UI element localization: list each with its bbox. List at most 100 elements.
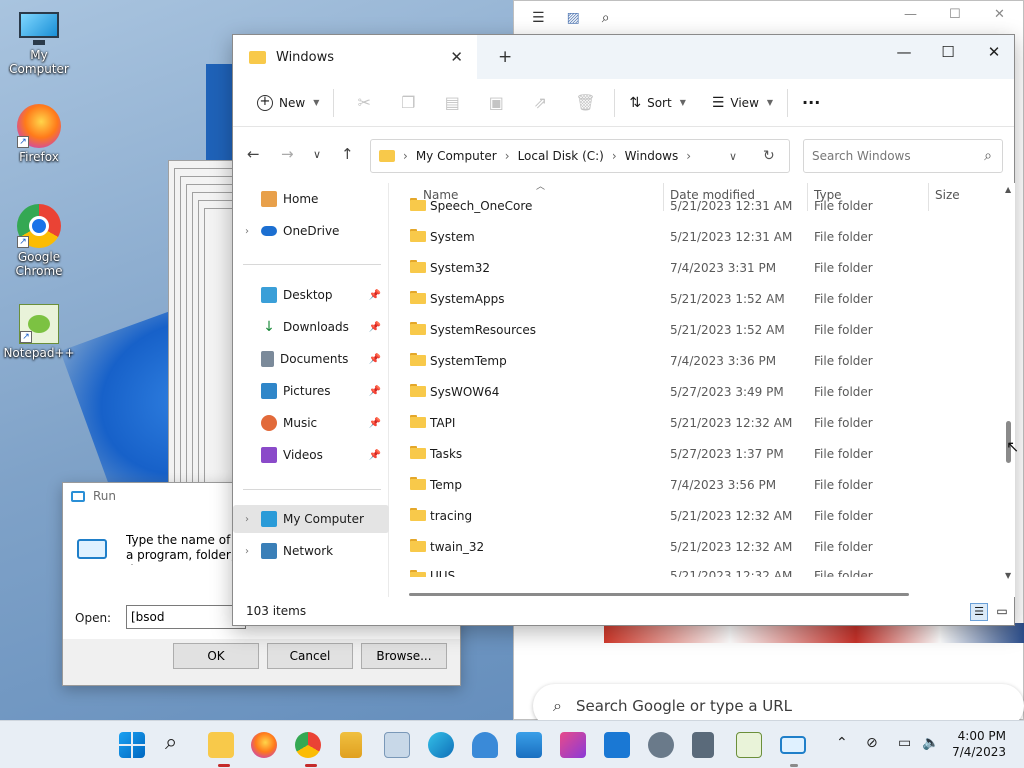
new-button[interactable]: + New ▼ [251, 87, 325, 119]
chevron-up-icon[interactable]: ⌃ [836, 735, 848, 751]
tiles-view-icon[interactable]: ▭ [995, 603, 1009, 619]
table-row[interactable]: SysWOW64 5/27/2023 3:49 PM File folder [390, 377, 990, 407]
vertical-scrollbar[interactable]: ▲ ▼ [1003, 185, 1015, 581]
chevron-right-icon[interactable]: › [233, 514, 261, 525]
photos-icon[interactable] [516, 732, 542, 758]
edge-icon[interactable] [428, 732, 454, 758]
scroll-up-icon[interactable]: ▲ [1005, 185, 1011, 194]
table-row[interactable]: twain_32 5/21/2023 12:32 AM File folder [390, 532, 990, 562]
desktop-icon-notepadpp[interactable]: ↗ Notepad++ [0, 304, 78, 360]
search-icon[interactable]: ⌕ [602, 10, 610, 26]
view-button[interactable]: ☰ View ▼ [706, 87, 779, 119]
nav-item-onedrive[interactable]: › OneDrive [233, 217, 389, 245]
nav-item-downloads[interactable]: ↓ Downloads 📌 [233, 313, 389, 341]
firefox-icon[interactable] [251, 732, 277, 758]
back-arrow-icon[interactable]: ← [247, 145, 260, 163]
details-view-icon[interactable]: ☰ [970, 603, 988, 621]
table-row[interactable]: tracing 5/21/2023 12:32 AM File folder [390, 501, 990, 531]
minimize-icon[interactable]: — [890, 43, 918, 69]
copy-icon[interactable]: ❐ [399, 93, 417, 112]
table-row[interactable]: UUS 5/21/2023 12:32 AM File folder [390, 563, 990, 577]
display-icon[interactable]: ▭ [898, 735, 911, 751]
table-row[interactable]: Speech_OneCore 5/21/2023 12:31 AM File fol… [390, 191, 990, 221]
horizontal-scrollbar[interactable] [409, 593, 909, 596]
maximize-icon[interactable]: ☐ [949, 7, 961, 22]
pin-icon[interactable]: 📌 [369, 322, 381, 333]
nav-item-pictures[interactable]: Pictures 📌 [233, 377, 389, 405]
run-icon[interactable] [780, 736, 806, 754]
run-browse-button[interactable]: Browse... [361, 643, 447, 669]
volume-icon[interactable]: 🔈 [922, 735, 939, 751]
search-box[interactable]: Search Windows ⌕ [803, 139, 1003, 173]
table-row[interactable]: Temp 7/4/2023 3:56 PM File folder [390, 470, 990, 500]
search-icon[interactable]: ⌕ [165, 730, 177, 755]
up-arrow-icon[interactable]: ↑ [341, 145, 354, 163]
notepad-plus-plus-icon[interactable] [736, 732, 762, 758]
table-row[interactable]: SystemTemp 7/4/2023 3:36 PM File folder [390, 346, 990, 376]
recent-locations-chevron-icon[interactable]: ∨ [313, 148, 321, 161]
minimize-icon[interactable]: — [904, 7, 917, 22]
cut-icon[interactable]: ✂ [355, 93, 373, 112]
mail-icon[interactable] [604, 732, 630, 758]
delete-icon[interactable]: 🗑 [575, 93, 595, 112]
pin-icon[interactable]: 📌 [369, 386, 381, 397]
calculator-icon[interactable] [692, 732, 714, 758]
sort-button[interactable]: ⇅ Sort ▼ [623, 87, 692, 119]
nav-item-documents[interactable]: Documents 📌 [233, 345, 389, 373]
new-tab-icon[interactable]: + [498, 47, 512, 67]
pin-icon[interactable]: 📌 [369, 450, 381, 461]
pin-icon[interactable]: 📌 [369, 418, 381, 429]
desktop-icon-firefox[interactable]: ↗ Firefox [0, 104, 78, 164]
nav-item-home[interactable]: Home [233, 185, 389, 213]
nav-item-desktop[interactable]: Desktop 📌 [233, 281, 389, 309]
pin-icon[interactable]: 📌 [369, 354, 381, 365]
file-explorer-taskbar-icon[interactable] [208, 732, 234, 758]
nav-item-videos[interactable]: Videos 📌 [233, 441, 389, 469]
address-bar[interactable]: › My Computer › Local Disk (C:) › Window… [370, 139, 790, 173]
rename-icon[interactable]: ▣ [487, 93, 505, 112]
pin-icon[interactable]: 📌 [369, 290, 381, 301]
run-cancel-button[interactable]: Cancel [267, 643, 353, 669]
table-row[interactable]: System32 7/4/2023 3:31 PM File folder [390, 253, 990, 283]
image-icon[interactable]: ▨ [567, 10, 580, 26]
explorer-tab[interactable]: Windows ✕ [233, 35, 477, 79]
more-options-button[interactable]: ··· [796, 87, 826, 119]
network-disconnected-icon[interactable]: ⊘ [866, 735, 878, 751]
close-tab-icon[interactable]: ✕ [450, 48, 463, 66]
maximize-icon[interactable]: ☐ [934, 43, 962, 69]
table-row[interactable]: SystemApps 5/21/2023 1:52 AM File folder [390, 284, 990, 314]
close-icon[interactable]: ✕ [994, 7, 1005, 22]
breadcrumb-my-computer[interactable]: My Computer [416, 149, 497, 163]
scroll-down-icon[interactable]: ▼ [1005, 571, 1011, 580]
run-open-input[interactable] [126, 605, 246, 629]
breadcrumb-windows[interactable]: Windows [625, 149, 679, 163]
chevron-right-icon[interactable]: › [233, 226, 261, 237]
table-row[interactable]: Tasks 5/27/2023 1:37 PM File folder [390, 439, 990, 469]
paste-icon[interactable]: ▤ [443, 93, 461, 112]
menu-icon[interactable]: ☰ [532, 10, 545, 26]
store-icon[interactable] [340, 732, 362, 758]
users-icon[interactable] [472, 732, 498, 758]
refresh-icon[interactable]: ↻ [763, 148, 775, 164]
table-row[interactable]: SystemResources 5/21/2023 1:52 AM File fol… [390, 315, 990, 345]
task-manager-icon[interactable] [384, 732, 410, 758]
address-dropdown-icon[interactable]: ∨ [729, 150, 737, 163]
share-icon[interactable]: ⇗ [531, 93, 549, 112]
settings-gear-icon[interactable] [648, 732, 674, 758]
chrome-icon[interactable] [295, 732, 321, 758]
windows-start-icon[interactable] [119, 732, 145, 758]
explorer-titlebar[interactable]: Windows ✕ + — ☐ ✕ [233, 35, 1014, 79]
nav-item-music[interactable]: Music 📌 [233, 409, 389, 437]
clock[interactable]: 4:00 PM 7/4/2023 [952, 728, 1006, 760]
forward-arrow-icon[interactable]: → [281, 145, 294, 163]
table-row[interactable]: System 5/21/2023 12:31 AM File folder [390, 222, 990, 252]
clipchamp-icon[interactable] [560, 732, 586, 758]
breadcrumb-local-disk[interactable]: Local Disk (C:) [518, 149, 604, 163]
nav-item-my-computer[interactable]: › My Computer [233, 505, 389, 533]
chevron-right-icon[interactable]: › [233, 546, 261, 557]
desktop-icon-chrome[interactable]: ↗ Google Chrome [0, 204, 78, 278]
close-icon[interactable]: ✕ [980, 43, 1008, 69]
desktop-icon-my-computer[interactable]: My Computer [0, 10, 78, 76]
nav-item-network[interactable]: › Network [233, 537, 389, 565]
run-ok-button[interactable]: OK [173, 643, 259, 669]
